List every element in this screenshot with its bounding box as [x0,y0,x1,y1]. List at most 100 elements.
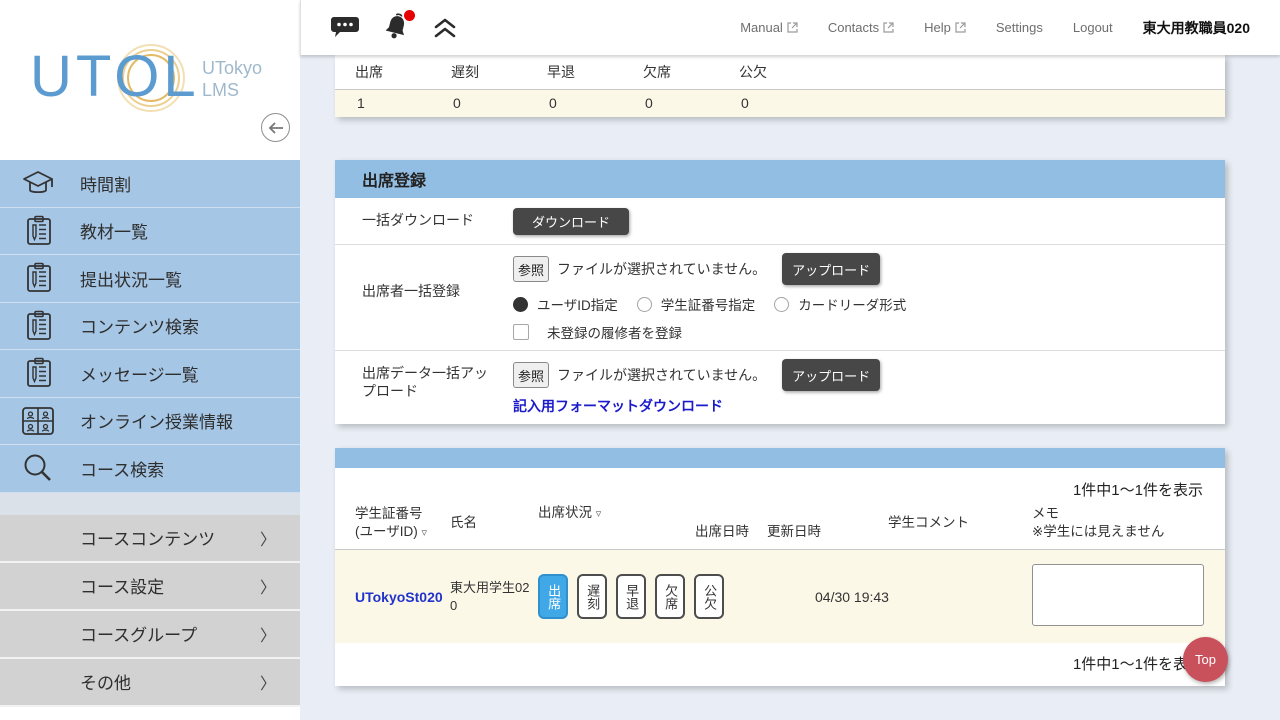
upload-button[interactable]: アップロード [782,359,880,391]
topbar: Manual Contacts Help Settings Logout 東大用… [300,0,1280,55]
nav-manual[interactable]: Manual [740,20,798,35]
column-header-memo: メモ ※学生には見えません [1032,505,1205,540]
logo-area: UTOL UTokyo LMS [0,0,300,160]
column-header-status[interactable]: 出席状況 ▿ [538,502,695,522]
attendance-summary-table: 出席 遅刻 早退 欠席 公欠 1 0 0 0 0 [335,55,1225,117]
nav-label: Help [924,20,951,35]
attendance-list-section: 1件中1〜1件を表示 学生証番号 (ユーザID) ▿ 氏名 出席状況 ▿ 出席日… [335,448,1225,686]
main-content: 出席 遅刻 早退 欠席 公欠 1 0 0 0 0 出席登録 一括ダウンロード ダ… [300,55,1280,720]
nav-settings[interactable]: Settings [996,20,1043,35]
sort-indicator-icon[interactable]: ▿ [596,508,602,520]
radio-user-id[interactable]: ユーザID指定 [513,294,618,314]
nav-label: Manual [740,20,783,35]
current-user-name: 東大用教職員020 [1143,18,1250,38]
clipboard-icon [20,309,56,343]
column-header-name: 氏名 [450,514,538,532]
status-buttons-cell: 出席 遅刻 早退 欠席 公欠 [538,574,695,619]
sidebar-collapse-button[interactable] [261,113,290,142]
memo-cell [1032,564,1205,629]
student-id-link[interactable]: UTokyoSt020 [355,589,443,605]
register-format-radios: ユーザID指定 学生証番号指定 カードリーダ形式 [513,294,1225,314]
sidebar-item-materials[interactable]: 教材一覧 [0,208,300,256]
chevron-right-icon: 〉 [260,526,276,550]
radio-label: ユーザID指定 [537,294,618,314]
sidebar-item-course-settings[interactable]: コース設定 〉 [0,563,300,611]
sidebar-item-online-class-info[interactable]: オンライン授業情報 [0,398,300,446]
attendee-bulk-register-row: 出席者一括登録 参照 ファイルが選択されていません。 アップロード ユーザID指… [335,245,1225,351]
status-button-absent[interactable]: 欠席 [655,574,685,619]
nav-logout[interactable]: Logout [1073,20,1113,35]
pagination-info-top: 1件中1〜1件を表示 [335,468,1225,500]
sidebar-item-label: 時間割 [80,171,131,196]
external-link-icon [883,22,894,33]
sidebar-menu-primary: 時間割 教材一覧 提出状況一覧 コンテンツ検索 メッセージ一覧 [0,160,300,493]
chat-icon[interactable] [331,15,359,41]
list-header-row: 学生証番号 (ユーザID) ▿ 氏名 出席状況 ▿ 出席日時 更新日時 学生コメ… [335,500,1225,550]
attendance-table-row: UTokyoSt020 東大用学生020 出席 遅刻 早退 欠席 公欠 04/3… [335,550,1225,643]
browse-button[interactable]: 参照 [513,362,549,388]
chevron-right-icon: 〉 [260,574,276,598]
sidebar-item-others[interactable]: その他 〉 [0,659,300,707]
sidebar-item-course-group[interactable]: コースグループ 〉 [0,611,300,659]
header-line: 学生証番号 [355,505,450,523]
bulk-download-label: 一括ダウンロード [335,212,513,230]
header-line: ※学生には見えません [1032,523,1205,541]
column-header-student-id[interactable]: 学生証番号 (ユーザID) ▿ [355,505,450,540]
status-button-early-leave[interactable]: 早退 [616,574,646,619]
header-text: (ユーザID) [355,524,418,539]
sidebar-item-label: 提出状況一覧 [80,266,182,291]
sort-indicator-icon[interactable]: ▿ [422,527,428,539]
sidebar-item-course-search[interactable]: コース検索 [0,445,300,493]
status-button-late[interactable]: 遅刻 [577,574,607,619]
logo-text: UTOL [30,44,200,109]
arrow-left-icon [268,121,284,135]
scroll-to-top-button[interactable]: Top [1183,637,1228,682]
sidebar-item-label: コースコンテンツ [80,525,215,550]
status-button-present[interactable]: 出席 [538,574,568,619]
graduation-cap-icon [20,166,56,200]
sidebar-item-label: その他 [80,669,131,694]
sidebar-item-label: オンライン授業情報 [80,408,233,433]
file-select-line: 参照 ファイルが選択されていません。 アップロード [513,253,1225,285]
sidebar-item-content-search[interactable]: コンテンツ検索 [0,303,300,351]
radio-button-icon [513,297,528,312]
browse-button[interactable]: 参照 [513,256,549,282]
clipboard-icon [20,356,56,390]
attendance-data-upload-row: 出席データ一括アップロード 参照 ファイルが選択されていません。 アップロード … [335,351,1225,424]
notification-dot [404,10,415,21]
nav-label: Settings [996,20,1043,35]
upload-button[interactable]: アップロード [782,253,880,285]
sidebar-item-label: コース設定 [80,573,164,598]
nav-contacts[interactable]: Contacts [828,20,894,35]
download-button[interactable]: ダウンロード [513,208,629,235]
summary-value-row: 1 0 0 0 0 [335,90,1225,117]
nav-help[interactable]: Help [924,20,966,35]
sidebar-item-timetable[interactable]: 時間割 [0,160,300,208]
pagination-info-bottom: 1件中1〜1件を表示 [335,643,1225,686]
sidebar-item-course-contents[interactable]: コースコンテンツ 〉 [0,515,300,563]
nav-label: Logout [1073,20,1113,35]
list-title-bar [335,448,1225,468]
status-button-excused[interactable]: 公欠 [694,574,724,619]
sidebar-item-submission-status[interactable]: 提出状況一覧 [0,255,300,303]
register-unregistered-option[interactable]: 未登録の履修者を登録 [513,322,1225,342]
header-line: (ユーザID) ▿ [355,523,450,541]
summary-header: 遅刻 [451,55,547,89]
format-download-link[interactable]: 記入用フォーマットダウンロード [513,396,723,416]
external-link-icon [955,22,966,33]
radio-button-icon [774,297,789,312]
sidebar-item-label: 教材一覧 [80,218,148,243]
logo-subtext-2: LMS [202,80,239,100]
memo-textarea[interactable] [1032,564,1204,626]
bell-icon[interactable] [381,13,411,43]
radio-card-reader[interactable]: カードリーダ形式 [774,294,906,314]
radio-student-card-number[interactable]: 学生証番号指定 [637,294,756,314]
external-link-icon [787,22,798,33]
collapse-up-icon[interactable] [433,17,457,39]
checkbox-icon[interactable] [513,324,529,340]
sidebar-item-messages[interactable]: メッセージ一覧 [0,350,300,398]
search-icon [20,451,56,485]
bulk-download-row: 一括ダウンロード ダウンロード [335,198,1225,245]
chevron-right-icon: 〉 [260,622,276,646]
summary-header: 出席 [355,55,451,89]
